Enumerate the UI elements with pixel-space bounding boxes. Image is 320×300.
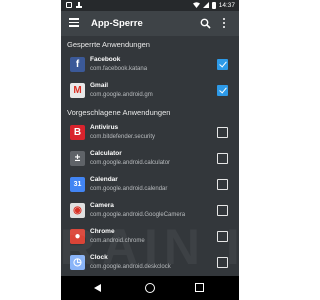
lock-checkbox[interactable] <box>217 59 228 70</box>
navigation-bar <box>61 276 239 300</box>
download-icon <box>76 2 82 8</box>
chrome-icon: ● <box>70 229 85 244</box>
phone-screen: 14:37 App-Sperre Gesperrte Anwendungen f… <box>61 0 239 300</box>
home-icon[interactable] <box>145 283 155 293</box>
app-package: com.facebook.katana <box>90 66 148 72</box>
app-name: Clock <box>90 254 108 261</box>
app-row-gmail[interactable]: M Gmail com.google.android.gm <box>61 78 239 104</box>
lock-checkbox[interactable] <box>217 127 228 138</box>
lock-checkbox[interactable] <box>217 153 228 164</box>
status-time: 14:37 <box>218 1 235 9</box>
lock-checkbox[interactable] <box>217 85 228 96</box>
gmail-icon: M <box>70 83 85 98</box>
status-bar: 14:37 <box>61 0 239 11</box>
antivirus-icon: B <box>70 125 85 140</box>
search-icon[interactable] <box>200 18 211 29</box>
wifi-icon <box>192 2 200 8</box>
app-list: Gesperrte Anwendungen f Facebook com.faceb… <box>61 36 239 276</box>
menu-icon[interactable] <box>69 18 79 28</box>
lock-checkbox[interactable] <box>217 231 228 242</box>
suggested-apps-list: B Antivirus com.bitdefender.security ± Calcu… <box>61 120 239 276</box>
app-package: com.google.android.gm <box>90 92 153 98</box>
calculator-icon: ± <box>70 151 85 166</box>
app-row-chrome[interactable]: ● Chrome com.android.chrome <box>61 224 239 250</box>
app-row-antivirus[interactable]: B Antivirus com.bitdefender.security <box>61 120 239 146</box>
app-name: Camera <box>90 202 114 209</box>
app-name: Antivirus <box>90 124 119 131</box>
more-vert-icon[interactable] <box>222 17 226 30</box>
app-row-calculator[interactable]: ± Calculator com.google.android.calculator <box>61 146 239 172</box>
app-name: Calendar <box>90 176 118 183</box>
clock-icon: ◷ <box>70 255 85 270</box>
app-package: com.google.android.calendar <box>90 186 168 192</box>
app-package: com.google.android.calculator <box>90 160 171 166</box>
app-row-camera[interactable]: ◉ Camera com.google.android.GoogleCamera <box>61 198 239 224</box>
recent-apps-icon[interactable] <box>195 283 204 292</box>
app-package: com.bitdefender.security <box>90 134 156 140</box>
app-row-facebook[interactable]: f Facebook com.facebook.katana <box>61 52 239 78</box>
section-header-locked: Gesperrte Anwendungen <box>67 39 150 49</box>
app-name: Gmail <box>90 82 109 89</box>
app-row-clock[interactable]: ◷ Clock com.google.android.deskclock <box>61 250 239 276</box>
app-bar: App-Sperre <box>61 11 239 36</box>
lock-checkbox[interactable] <box>217 205 228 216</box>
lock-checkbox[interactable] <box>217 179 228 190</box>
camera-icon: ◉ <box>70 203 85 218</box>
app-package: com.google.android.GoogleCamera <box>90 212 186 218</box>
signal-icon <box>202 2 209 8</box>
app-package: com.android.chrome <box>90 238 145 244</box>
app-name: Chrome <box>90 228 115 235</box>
app-name: Calculator <box>90 150 122 157</box>
app-row-calendar[interactable]: 31 Calendar com.google.android.calendar <box>61 172 239 198</box>
app-package: com.google.android.deskclock <box>90 264 171 270</box>
notification-icon <box>66 2 72 8</box>
lock-checkbox[interactable] <box>217 257 228 268</box>
app-title: App-Sperre <box>91 18 143 29</box>
calendar-icon: 31 <box>70 177 85 192</box>
back-icon[interactable] <box>94 284 101 292</box>
battery-icon <box>211 1 216 9</box>
locked-apps-list: f Facebook com.facebook.katana M Gmail com.go… <box>61 52 239 104</box>
section-header-suggested: Vorgeschlagene Anwendungen <box>67 107 171 117</box>
facebook-icon: f <box>70 57 85 72</box>
app-name: Facebook <box>90 56 121 63</box>
